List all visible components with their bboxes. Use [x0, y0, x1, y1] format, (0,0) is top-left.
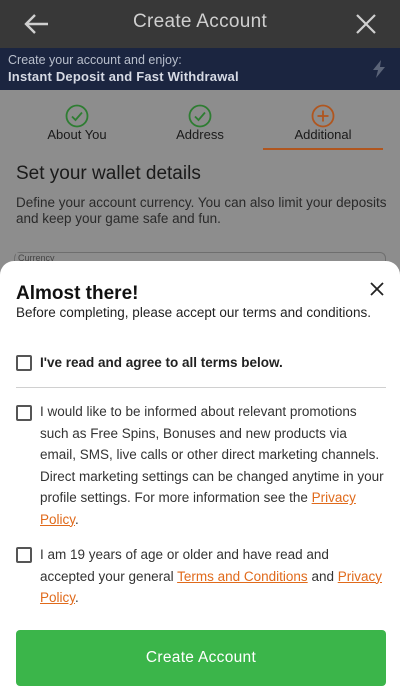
- promo-line-1: Create your account and enjoy:: [8, 53, 182, 67]
- modal-title: Almost there!: [16, 283, 139, 304]
- promo-banner: Create your account and enjoy: Instant D…: [0, 48, 400, 90]
- divider: [16, 387, 386, 388]
- marketing-consent-text: I would like to be informed about releva…: [40, 401, 386, 530]
- close-icon[interactable]: [370, 282, 384, 296]
- active-step-underline: [263, 148, 383, 150]
- age-terms-checkbox[interactable]: [16, 547, 32, 563]
- check-circle-icon: [188, 104, 212, 128]
- terms-modal: Almost there! Before completing, please …: [0, 261, 400, 700]
- lightning-bolt-icon: [373, 60, 385, 78]
- age-text-mid: and: [307, 568, 338, 584]
- age-terms-text: I am 19 years of age or older and have r…: [40, 544, 386, 609]
- check-circle-icon: [65, 104, 89, 128]
- agree-all-label[interactable]: I've read and agree to all terms below.: [40, 355, 283, 370]
- step-label: Additional: [294, 127, 352, 142]
- step-label: About You: [47, 127, 107, 142]
- section-title: Set your wallet details: [16, 163, 201, 184]
- page-title: Create Account: [132, 11, 268, 32]
- terms-conditions-link[interactable]: Terms and Conditions: [177, 569, 308, 584]
- marketing-checkbox[interactable]: [16, 405, 32, 421]
- close-icon[interactable]: [354, 12, 378, 36]
- step-indicator: About You Address Additional: [0, 90, 400, 152]
- step-label: Address: [176, 127, 224, 142]
- step-about-you[interactable]: About You: [17, 90, 137, 152]
- section-description: Define your account currency. You can al…: [16, 195, 387, 226]
- promo-line-2: Instant Deposit and Fast Withdrawal: [8, 69, 239, 84]
- step-address[interactable]: Address: [140, 90, 260, 152]
- plus-circle-icon: [311, 104, 335, 128]
- step-additional[interactable]: Additional: [263, 90, 383, 152]
- top-app-bar: Create Account: [0, 0, 400, 48]
- create-account-button[interactable]: Create Account: [16, 630, 386, 686]
- marketing-text-end: .: [75, 511, 79, 527]
- age-text-end: .: [75, 590, 79, 605]
- modal-subtitle: Before completing, please accept our ter…: [16, 305, 371, 320]
- agree-all-checkbox[interactable]: [16, 355, 32, 371]
